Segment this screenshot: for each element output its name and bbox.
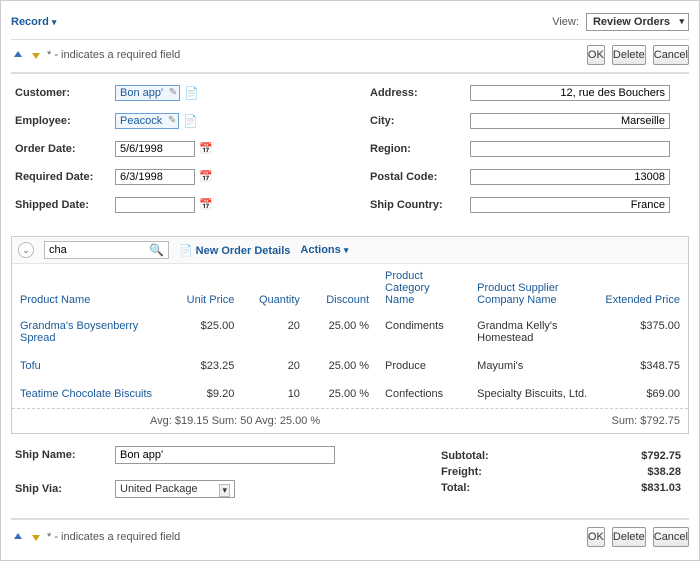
grid-aggregate-right: Sum: $792.75: [612, 415, 681, 427]
next-record-icon[interactable]: [29, 530, 43, 544]
required-date-input[interactable]: [115, 169, 195, 185]
record-menu[interactable]: Record▾: [11, 16, 56, 28]
view-dropdown[interactable]: Review Orders: [586, 13, 689, 31]
cell-extended: $69.00: [596, 380, 688, 408]
total-label: Total:: [441, 482, 470, 494]
cell-price: $23.25: [173, 352, 242, 380]
grid-search-input[interactable]: [49, 244, 149, 256]
cell-qty: 20: [242, 352, 308, 380]
required-date-label: Required Date:: [15, 171, 115, 183]
col-extended[interactable]: Extended Price: [596, 264, 688, 312]
ship-name-input[interactable]: [115, 446, 335, 464]
cell-discount: 25.00 %: [308, 380, 377, 408]
cell-qty: 10: [242, 380, 308, 408]
order-date-input[interactable]: [115, 141, 195, 157]
cell-supplier: Specialty Biscuits, Ltd.: [469, 380, 596, 408]
cell-price: $9.20: [173, 380, 242, 408]
delete-button[interactable]: Delete: [612, 45, 646, 65]
customer-new-icon[interactable]: 📄: [184, 86, 199, 100]
ship-name-label: Ship Name:: [15, 449, 115, 461]
expand-icon[interactable]: ⌄: [18, 242, 34, 258]
cell-product[interactable]: Grandma's Boysenberry Spread: [12, 312, 173, 352]
total-value: $831.03: [641, 482, 681, 494]
col-discount[interactable]: Discount: [308, 264, 377, 312]
cell-category: Condiments: [377, 312, 469, 352]
cancel-button-bottom[interactable]: Cancel: [653, 527, 689, 547]
col-product[interactable]: Product Name: [12, 264, 173, 312]
city-input[interactable]: [470, 113, 670, 129]
table-row[interactable]: Grandma's Boysenberry Spread$25.002025.0…: [12, 312, 688, 352]
new-order-details-link[interactable]: 📄New Order Details: [179, 244, 290, 257]
employee-lookup[interactable]: Peacock: [115, 113, 179, 129]
cancel-button[interactable]: Cancel: [653, 45, 689, 65]
cell-extended: $348.75: [596, 352, 688, 380]
shipped-date-input[interactable]: [115, 197, 195, 213]
order-date-label: Order Date:: [15, 143, 115, 155]
prev-record-icon[interactable]: [11, 48, 25, 62]
ship-via-label: Ship Via:: [15, 483, 115, 495]
region-input[interactable]: [470, 141, 670, 157]
subtotal-value: $792.75: [641, 450, 681, 462]
order-details-grid: ⌄ 🔍 📄New Order Details Actions ▾ Product…: [11, 236, 689, 434]
search-icon[interactable]: 🔍: [149, 243, 164, 257]
calendar-icon[interactable]: 📅: [199, 142, 213, 156]
cell-category: Confections: [377, 380, 469, 408]
col-qty[interactable]: Quantity: [242, 264, 308, 312]
customer-label: Customer:: [15, 87, 115, 99]
freight-label: Freight:: [441, 466, 482, 478]
table-row[interactable]: Teatime Chocolate Biscuits$9.201025.00 %…: [12, 380, 688, 408]
freight-value: $38.28: [647, 466, 681, 478]
required-hint: * - indicates a required field: [47, 49, 180, 61]
cell-qty: 20: [242, 312, 308, 352]
city-label: City:: [370, 115, 470, 127]
ship-country-label: Ship Country:: [370, 199, 470, 211]
subtotal-label: Subtotal:: [441, 450, 489, 462]
col-price[interactable]: Unit Price: [173, 264, 242, 312]
calendar-icon[interactable]: 📅: [199, 170, 213, 184]
grid-aggregate-left: Avg: $19.15 Sum: 50 Avg: 25.00 %: [150, 415, 320, 427]
next-record-icon[interactable]: [29, 48, 43, 62]
employee-label: Employee:: [15, 115, 115, 127]
postal-code-input[interactable]: [470, 169, 670, 185]
ok-button[interactable]: OK: [587, 45, 605, 65]
calendar-icon[interactable]: 📅: [199, 198, 213, 212]
view-label: View:: [552, 16, 579, 28]
ship-via-select[interactable]: United Package: [115, 480, 235, 498]
cell-category: Produce: [377, 352, 469, 380]
required-hint: * - indicates a required field: [47, 531, 180, 543]
cell-supplier: Grandma Kelly's Homestead: [469, 312, 596, 352]
address-label: Address:: [370, 87, 470, 99]
shipped-date-label: Shipped Date:: [15, 199, 115, 211]
col-category[interactable]: Product Category Name: [377, 264, 469, 312]
address-input[interactable]: [470, 85, 670, 101]
region-label: Region:: [370, 143, 470, 155]
prev-record-icon[interactable]: [11, 530, 25, 544]
employee-new-icon[interactable]: 📄: [183, 114, 198, 128]
cell-discount: 25.00 %: [308, 312, 377, 352]
actions-menu[interactable]: Actions ▾: [300, 244, 348, 256]
col-supplier[interactable]: Product Supplier Company Name: [469, 264, 596, 312]
delete-button-bottom[interactable]: Delete: [612, 527, 646, 547]
cell-price: $25.00: [173, 312, 242, 352]
postal-code-label: Postal Code:: [370, 171, 470, 183]
cell-product[interactable]: Teatime Chocolate Biscuits: [12, 380, 173, 408]
cell-supplier: Mayumi's: [469, 352, 596, 380]
table-row[interactable]: Tofu$23.252025.00 %ProduceMayumi's$348.7…: [12, 352, 688, 380]
cell-product[interactable]: Tofu: [12, 352, 173, 380]
cell-extended: $375.00: [596, 312, 688, 352]
cell-discount: 25.00 %: [308, 352, 377, 380]
ok-button-bottom[interactable]: OK: [587, 527, 605, 547]
ship-country-input[interactable]: [470, 197, 670, 213]
customer-lookup[interactable]: Bon app': [115, 85, 180, 101]
